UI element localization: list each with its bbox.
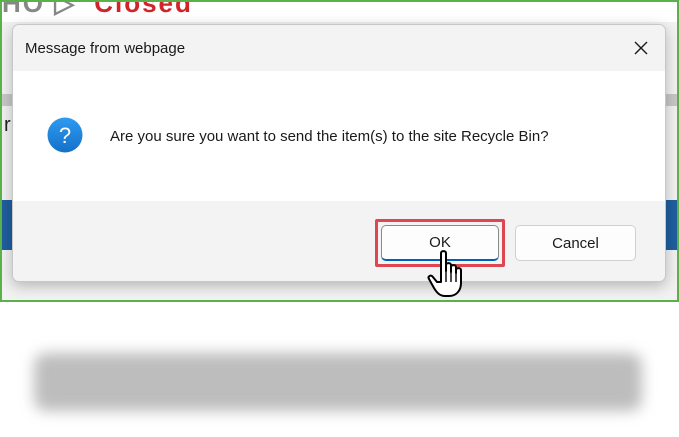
- dialog-footer: OK Cancel: [13, 201, 665, 281]
- background-header: HO ▷ Closed: [2, 2, 677, 22]
- dialog-title: Message from webpage: [25, 40, 186, 57]
- screenshot-frame: HO ▷ Closed r Message from webpage ? Are…: [0, 0, 679, 302]
- close-icon: [634, 41, 648, 55]
- blurred-region: [34, 353, 642, 411]
- cancel-button[interactable]: Cancel: [515, 225, 636, 261]
- background-text-fragment: r: [4, 114, 11, 136]
- svg-text:?: ?: [59, 123, 71, 148]
- question-icon: ?: [47, 117, 83, 153]
- dialog-content: ? Are you sure you want to send the item…: [13, 71, 665, 201]
- status-closed: Closed: [94, 0, 193, 18]
- confirm-dialog: Message from webpage ? Are you sure you …: [12, 24, 666, 282]
- document-icon: ▷: [45, 0, 77, 18]
- background-heading: HO ▷ Closed: [2, 0, 193, 19]
- dialog-message: Are you sure you want to send the item(s…: [110, 128, 549, 145]
- close-button[interactable]: [625, 33, 657, 63]
- dialog-title-bar: Message from webpage: [13, 25, 665, 71]
- hand-pointer-icon: [427, 250, 462, 297]
